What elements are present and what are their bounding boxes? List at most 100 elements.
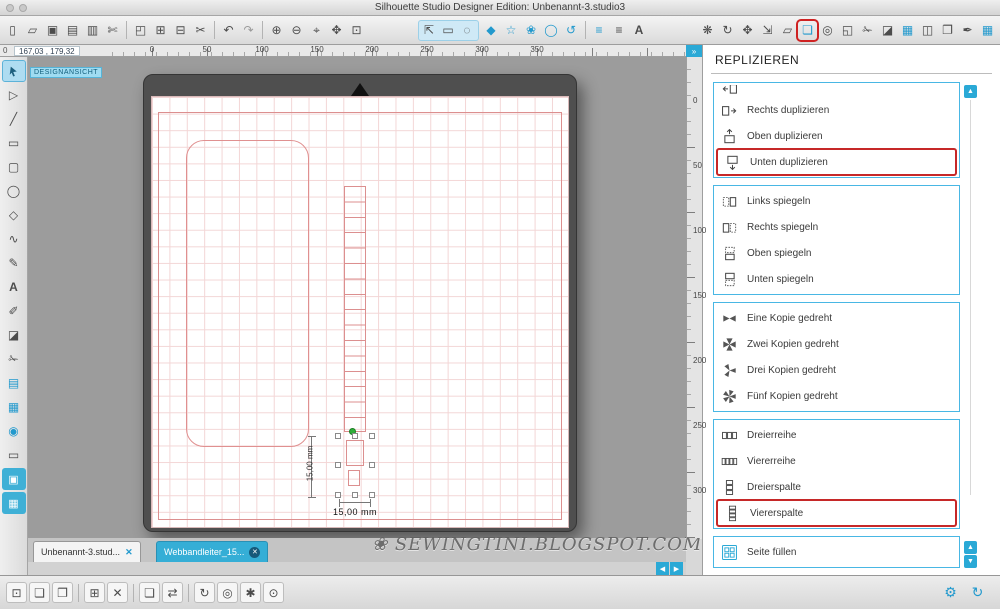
- rectangle-tool-icon[interactable]: ▭: [2, 132, 26, 154]
- selection-handle[interactable]: [335, 433, 341, 439]
- selection-handle[interactable]: [335, 462, 341, 468]
- center-object-icon[interactable]: ◎: [217, 582, 238, 603]
- modify-panel-icon[interactable]: ◱: [838, 21, 857, 40]
- attach-icon[interactable]: ⊙: [263, 582, 284, 603]
- panel-scroll-up2-icon[interactable]: ▲: [964, 541, 977, 554]
- send-to-silhouette-icon[interactable]: ✄: [103, 21, 122, 40]
- mirror-pair-icon[interactable]: ⇄: [162, 582, 183, 603]
- curve-tool-icon[interactable]: ∿: [2, 228, 26, 250]
- effects-panel-icon[interactable]: ❋: [698, 21, 717, 40]
- open-icon[interactable]: ▱: [23, 21, 42, 40]
- select-all-icon[interactable]: ⊡: [6, 582, 27, 603]
- select-tool-icon[interactable]: [1, 60, 26, 82]
- replicate-option-duplicate-right[interactable]: Rechts duplizieren: [714, 97, 959, 123]
- notes-tool-icon[interactable]: ✐: [2, 300, 26, 322]
- new-document-icon[interactable]: ▯: [3, 21, 22, 40]
- save-library-icon[interactable]: ▤: [63, 21, 82, 40]
- replicate-option-mirror-down[interactable]: Unten spiegeln: [714, 266, 959, 292]
- replicate-option-rotate-one[interactable]: Eine Kopie gedreht: [714, 305, 959, 331]
- duplicate-pair-icon[interactable]: ❏: [139, 582, 160, 603]
- lasso-icon[interactable]: ◌: [458, 21, 477, 40]
- scale-panel-icon[interactable]: ⇲: [758, 21, 777, 40]
- polygon-tool-icon[interactable]: ◇: [2, 204, 26, 226]
- redo-icon[interactable]: ↷: [239, 21, 258, 40]
- selection-handle[interactable]: [369, 462, 375, 468]
- small-cell-shape[interactable]: [348, 470, 360, 486]
- delete-icon[interactable]: ✕: [107, 582, 128, 603]
- sync-icon[interactable]: ↻: [967, 582, 988, 603]
- replicate-option-rotate-five[interactable]: Fünf Kopien gedreht: [714, 383, 959, 409]
- preferences-gear-icon[interactable]: ⚙: [940, 582, 961, 603]
- selection-handle[interactable]: [369, 492, 375, 498]
- pixscan-panel-icon[interactable]: ▦: [898, 21, 917, 40]
- replicate-option-duplicate-down[interactable]: Unten duplizieren: [716, 148, 957, 176]
- replicate-option-column-of-three[interactable]: Dreierspalte: [714, 474, 959, 500]
- replicate-option-mirror-left[interactable]: Links spiegeln: [714, 188, 959, 214]
- weld-icon[interactable]: ✱: [240, 582, 261, 603]
- selection-handle[interactable]: [335, 492, 341, 498]
- duplicate-icon[interactable]: ⊞: [84, 582, 105, 603]
- replicate-option-mirror-up[interactable]: Oben spiegeln: [714, 240, 959, 266]
- rotate-panel-icon[interactable]: ↻: [718, 21, 737, 40]
- panel-expand-button[interactable]: »: [686, 45, 702, 57]
- select-rect-icon[interactable]: ▭: [439, 21, 458, 40]
- grid-panel-icon[interactable]: ▦: [978, 21, 997, 40]
- window-controls[interactable]: [6, 4, 27, 12]
- trace-icon[interactable]: ◰: [131, 21, 150, 40]
- knife-panel-icon[interactable]: ✁: [858, 21, 877, 40]
- line-tool-icon[interactable]: ╱: [2, 108, 26, 130]
- fit-page-icon[interactable]: ⊡: [347, 21, 366, 40]
- pan-icon[interactable]: ✥: [327, 21, 346, 40]
- eraser-tool-icon[interactable]: ◪: [2, 324, 26, 346]
- replicate-option-row-of-four[interactable]: Viererreihe: [714, 448, 959, 474]
- move-panel-icon[interactable]: ✥: [738, 21, 757, 40]
- pages-panel-icon[interactable]: ❐: [938, 21, 957, 40]
- shape-pentagon-icon[interactable]: ◆: [482, 21, 501, 40]
- draw-tool-icon[interactable]: ✎: [2, 252, 26, 274]
- pen-color-icon[interactable]: ✒: [958, 21, 977, 40]
- ellipse-tool-icon[interactable]: ◯: [2, 180, 26, 202]
- shear-panel-icon[interactable]: ▱: [778, 21, 797, 40]
- knife-tool-icon[interactable]: ✁: [2, 348, 26, 370]
- offset-panel-icon[interactable]: ◎: [818, 21, 837, 40]
- panel-scrollbar-track[interactable]: [970, 100, 971, 495]
- selected-cell-shape[interactable]: [346, 440, 364, 466]
- zoom-out-icon[interactable]: ⊖: [287, 21, 306, 40]
- select-icon[interactable]: ⇱: [420, 21, 439, 40]
- design-canvas[interactable]: 15,00 mm 15,00 mm: [28, 57, 686, 538]
- print-icon[interactable]: ▥: [83, 21, 102, 40]
- replicate-option-duplicate-up[interactable]: Oben duplizieren: [714, 123, 959, 149]
- rounded-rectangle-tool-icon[interactable]: ▢: [2, 156, 26, 178]
- shape-star-icon[interactable]: ☆: [502, 21, 521, 40]
- line-style-icon[interactable]: ≡: [610, 21, 629, 40]
- window-tool-icon[interactable]: ▭: [2, 444, 26, 466]
- replicate-option-clipped[interactable]: [714, 85, 959, 97]
- replicate-option-rotate-three[interactable]: Drei Kopien gedreht: [714, 357, 959, 383]
- group-icon[interactable]: ❏: [29, 582, 50, 603]
- panel-scroll-down-icon[interactable]: ▼: [964, 555, 977, 568]
- selection-handle[interactable]: [352, 492, 358, 498]
- shape-spiral-icon[interactable]: ↺: [562, 21, 581, 40]
- point-edit-tool-icon[interactable]: ▷: [2, 84, 26, 106]
- rounded-rectangle-shape[interactable]: [186, 140, 309, 447]
- online-store-icon[interactable]: ◉: [2, 420, 26, 442]
- replicate-option-rotate-two[interactable]: Zwei Kopien gedreht: [714, 331, 959, 357]
- replicate-option-column-of-four[interactable]: Viererspalte: [716, 499, 957, 527]
- selection-handle[interactable]: [369, 433, 375, 439]
- copy-icon[interactable]: ⊞: [151, 21, 170, 40]
- replicate-option-row-of-three[interactable]: Dreierreihe: [714, 422, 959, 448]
- tab-unbenannt[interactable]: Unbenannt-3.stud... ✕: [33, 541, 141, 562]
- tab-close-icon[interactable]: ✕: [125, 547, 133, 558]
- paste-icon[interactable]: ⊟: [171, 21, 190, 40]
- cut-icon[interactable]: ✂: [191, 21, 210, 40]
- page-thumbnail2-icon[interactable]: ▦: [1, 492, 26, 514]
- text-style-icon[interactable]: A: [630, 21, 649, 40]
- minimize-window-icon[interactable]: [19, 4, 27, 12]
- mat-setup-icon[interactable]: ▦: [2, 396, 26, 418]
- shape-flower-icon[interactable]: ❀: [522, 21, 541, 40]
- text-tool-icon[interactable]: A: [2, 276, 26, 298]
- layers-panel-icon[interactable]: ◫: [918, 21, 937, 40]
- undo-icon[interactable]: ↶: [219, 21, 238, 40]
- tab-webbandleiter[interactable]: Webbandleiter_15... ✕: [156, 541, 269, 562]
- page-thumbnail-icon[interactable]: ▣: [1, 468, 26, 490]
